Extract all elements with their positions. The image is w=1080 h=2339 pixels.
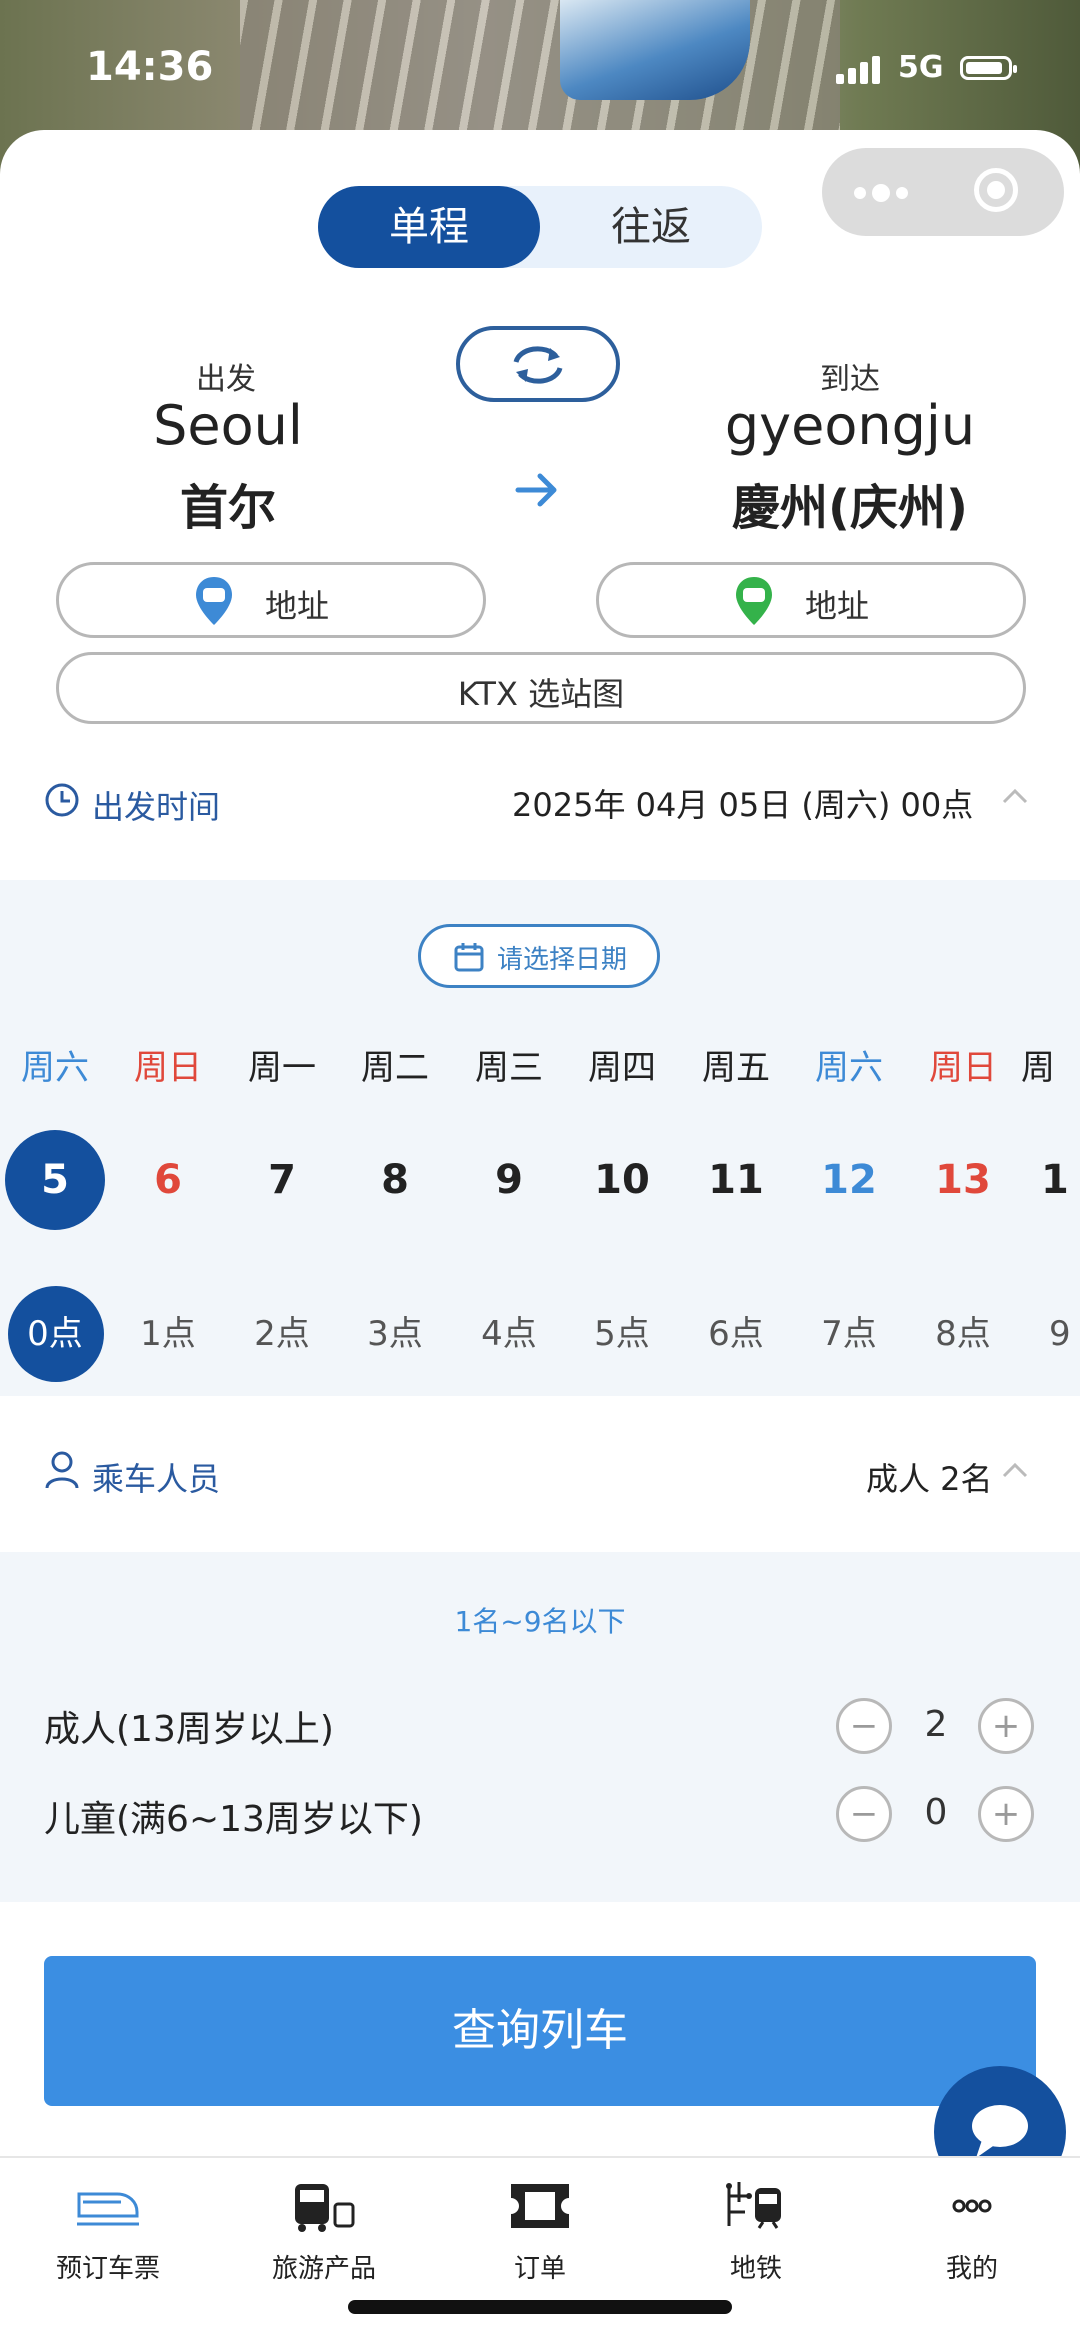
tab-label: 我的 xyxy=(945,2254,998,2284)
adult-label: 成人(13周岁以上) xyxy=(44,1709,334,1750)
person-icon xyxy=(45,1451,79,1489)
from-address-label: 地址 xyxy=(265,587,330,625)
bus-luggage-icon xyxy=(295,2184,355,2232)
to-label: 到达 xyxy=(820,362,880,397)
subway-map-icon xyxy=(726,2182,781,2229)
date-cell[interactable]: 11 xyxy=(681,1130,791,1230)
to-address-button[interactable]: 地址 xyxy=(596,562,1026,638)
weekday-label: 周六 xyxy=(815,1048,883,1088)
weekday-label: 周五 xyxy=(702,1048,770,1088)
tab-label: 预订车票 xyxy=(55,2254,160,2284)
hour-cell[interactable]: 4点 xyxy=(454,1286,564,1382)
date-cell[interactable]: 10 xyxy=(567,1130,677,1230)
arrow-right-icon xyxy=(515,473,557,507)
child-plus-button[interactable]: + xyxy=(978,1786,1034,1842)
train-icon xyxy=(77,2192,139,2226)
hour-cell[interactable]: 7点 xyxy=(794,1286,904,1382)
child-label: 儿童(满6~13周岁以下) xyxy=(44,1799,423,1840)
tab-label: 订单 xyxy=(513,2254,566,2284)
ktx-map-label: KTX 选站图 xyxy=(457,675,625,713)
date-cell[interactable]: 1 xyxy=(1021,1130,1080,1230)
one-way-tab[interactable]: 单程 xyxy=(318,186,540,268)
hour-cell[interactable]: 2点 xyxy=(227,1286,337,1382)
hour-cell[interactable]: 1点 xyxy=(113,1286,223,1382)
hour-cell[interactable]: 8点 xyxy=(908,1286,1018,1382)
adult-minus-button[interactable]: − xyxy=(836,1698,892,1754)
chevron-up-icon[interactable] xyxy=(1000,1460,1030,1480)
miniprogram-capsule xyxy=(822,148,1064,236)
hour-cell[interactable]: 6点 xyxy=(681,1286,791,1382)
choose-date-label: 请选择日期 xyxy=(497,945,628,975)
calendar-icon xyxy=(454,943,484,972)
from-station-cn[interactable]: 首尔 xyxy=(100,468,356,538)
hour-cell-selected[interactable]: 0点 xyxy=(0,1286,110,1382)
round-trip-tab[interactable]: 往返 xyxy=(540,186,762,268)
date-cell[interactable]: 9 xyxy=(454,1130,564,1230)
to-address-label: 地址 xyxy=(805,587,870,625)
child-count: 0 xyxy=(924,1792,948,1833)
network-label: 5G xyxy=(898,50,944,85)
battery-icon xyxy=(960,56,1017,80)
search-trains-button[interactable]: 查询列车 xyxy=(44,1956,1036,2106)
to-station-en[interactable]: gyeongju xyxy=(700,394,1000,457)
clock-icon xyxy=(45,783,79,817)
green-location-pin-icon xyxy=(736,577,772,625)
adult-count: 2 xyxy=(924,1704,948,1745)
weekday-label: 周 xyxy=(1021,1048,1055,1088)
tab-mine[interactable]: 我的 xyxy=(882,2176,1062,2285)
signal-icon xyxy=(836,54,886,84)
hour-cell[interactable]: 5点 xyxy=(567,1286,677,1382)
swap-icon xyxy=(513,346,563,384)
chat-bubble-icon xyxy=(972,2105,1028,2158)
passenger-limit-note: 1名~9名以下 xyxy=(454,1605,626,1638)
home-indicator xyxy=(348,2300,732,2314)
close-miniprogram-icon[interactable] xyxy=(974,168,1018,212)
passengers-title: 乘车人员 xyxy=(92,1460,221,1498)
weekday-label: 周四 xyxy=(588,1048,656,1088)
date-cell[interactable]: 13 xyxy=(908,1130,1018,1230)
choose-date-button[interactable]: 请选择日期 xyxy=(418,924,660,988)
child-minus-button[interactable]: − xyxy=(836,1786,892,1842)
tab-book-tickets[interactable]: 预订车票 xyxy=(18,2176,198,2285)
adult-plus-button[interactable]: + xyxy=(978,1698,1034,1754)
date-cell[interactable]: 6 xyxy=(113,1130,223,1230)
weekday-label: 周二 xyxy=(361,1048,429,1088)
chevron-up-icon[interactable] xyxy=(1000,786,1030,806)
weekday-label: 周日 xyxy=(134,1048,202,1088)
weekday-label: 周三 xyxy=(475,1048,543,1088)
status-time: 14:36 xyxy=(86,44,214,90)
from-address-button[interactable]: 地址 xyxy=(56,562,486,638)
date-cell[interactable]: 12 xyxy=(794,1130,904,1230)
status-bar: 14:36 5G xyxy=(0,44,1080,94)
tab-label: 旅游产品 xyxy=(271,2254,376,2284)
departure-time-value[interactable]: 2025年 04月 05日 (周六) 00点 xyxy=(512,780,973,826)
tab-subway[interactable]: 地铁 xyxy=(666,2176,846,2285)
tab-orders[interactable]: 订单 xyxy=(450,2176,630,2285)
date-cell[interactable]: 7 xyxy=(227,1130,337,1230)
departure-time-title: 出发时间 xyxy=(92,788,221,826)
blue-location-pin-icon xyxy=(196,577,232,625)
ticket-icon xyxy=(511,2184,569,2228)
hour-cell[interactable]: 3点 xyxy=(340,1286,450,1382)
date-cell[interactable]: 8 xyxy=(340,1130,450,1230)
passengers-value[interactable]: 成人 2名 xyxy=(866,1454,993,1500)
trip-type-toggle: 单程 往返 xyxy=(318,186,762,268)
more-dots-icon xyxy=(952,2199,992,2213)
weekday-label: 周日 xyxy=(929,1048,997,1088)
to-station-cn[interactable]: 慶州(庆州) xyxy=(700,468,1000,538)
from-station-en[interactable]: Seoul xyxy=(100,394,356,457)
weekday-label: 周六 xyxy=(21,1048,89,1088)
hour-cell[interactable]: 9 xyxy=(1021,1286,1080,1382)
ktx-station-map-button[interactable]: KTX 选站图 xyxy=(56,652,1026,724)
swap-stations-button[interactable] xyxy=(456,326,620,402)
from-label: 出发 xyxy=(196,362,256,397)
date-cell-selected[interactable]: 5 xyxy=(0,1130,110,1230)
more-icon[interactable] xyxy=(854,180,914,204)
tab-label: 地铁 xyxy=(729,2254,782,2284)
weekday-label: 周一 xyxy=(248,1048,316,1088)
tab-travel-products[interactable]: 旅游产品 xyxy=(234,2176,414,2285)
